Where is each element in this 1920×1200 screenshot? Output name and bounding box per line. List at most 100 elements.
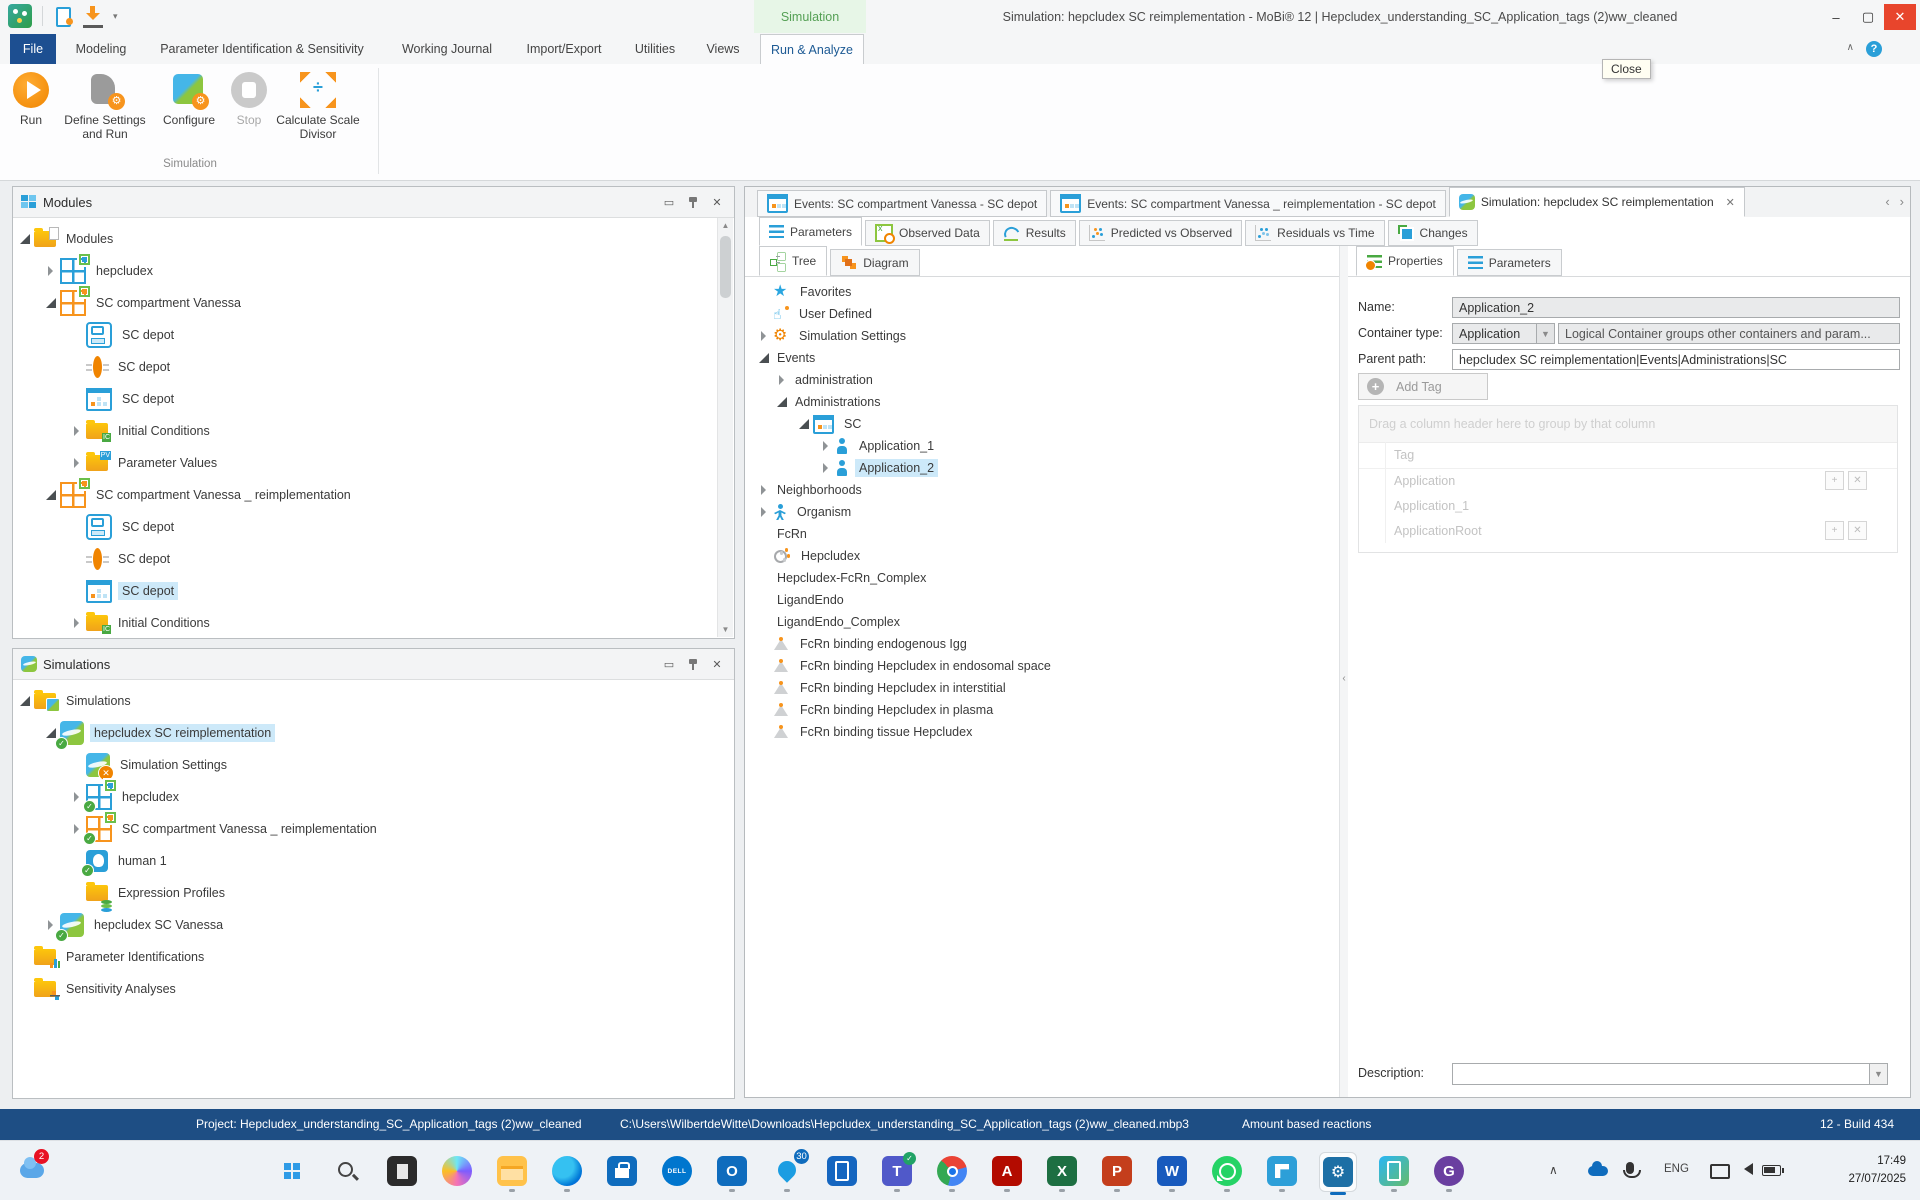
- acrobat-button[interactable]: [991, 1154, 1023, 1188]
- tab-views[interactable]: Views: [698, 34, 748, 64]
- collapse-ribbon-icon[interactable]: ∧: [1847, 42, 1854, 53]
- tag-row-application[interactable]: Application + ✕: [1359, 468, 1897, 493]
- add-tag-button[interactable]: Add Tag: [1358, 373, 1488, 400]
- expand-icon[interactable]: [775, 370, 791, 390]
- define-settings-and-run-button[interactable]: Define Settings and Run: [56, 68, 154, 142]
- battery-icon[interactable]: [1762, 1165, 1781, 1176]
- collapse-icon[interactable]: [18, 229, 34, 249]
- expand-icon[interactable]: [70, 421, 86, 441]
- scrollbar-thumb[interactable]: [720, 236, 731, 298]
- expand-icon[interactable]: [757, 502, 773, 522]
- group-by-bar[interactable]: Drag a column header here to group by th…: [1359, 406, 1897, 443]
- display-icon[interactable]: [1710, 1164, 1730, 1179]
- tree-item-sc-depot-spatial[interactable]: SC depot: [14, 319, 733, 351]
- gitkraken-button[interactable]: [1433, 1154, 1465, 1188]
- tree-item-reaction-tissue[interactable]: FcRn binding tissue Hepcludex: [745, 721, 1339, 743]
- outlook-button[interactable]: [716, 1154, 748, 1188]
- tree-item-parameter-values[interactable]: Parameter Values: [14, 447, 733, 479]
- modules-scrollbar[interactable]: ▲ ▼: [717, 218, 733, 637]
- close-panel-icon[interactable]: ✕: [708, 193, 726, 211]
- chevron-down-icon[interactable]: ▼: [1537, 323, 1555, 344]
- tab-changes[interactable]: Changes: [1388, 220, 1478, 246]
- parent-path-field[interactable]: hepcludex SC reimplementation|Events|Adm…: [1452, 349, 1900, 370]
- tree-item-fcrn[interactable]: FcRn: [745, 523, 1339, 545]
- scroll-tabs-left-icon[interactable]: ‹: [1885, 194, 1889, 209]
- phone-app-button[interactable]: [1378, 1154, 1410, 1188]
- tree-item-administrations[interactable]: Administrations: [745, 391, 1339, 413]
- close-tab-icon[interactable]: ✕: [1726, 196, 1735, 209]
- tree-item-neighborhoods[interactable]: Neighborhoods: [745, 479, 1339, 501]
- language-indicator[interactable]: ENG: [1664, 1163, 1689, 1175]
- chevron-down-icon[interactable]: ▼: [1870, 1063, 1888, 1085]
- tree-item-reaction-endogenous-igg[interactable]: FcRn binding endogenous Igg: [745, 633, 1339, 655]
- tree-item-initial-conditions[interactable]: Initial Conditions: [14, 415, 733, 447]
- tag-row-application-1[interactable]: Application_1: [1359, 493, 1897, 518]
- close-button[interactable]: ✕: [1884, 4, 1916, 30]
- tree-item-hepcludex-sc-reimplementation[interactable]: hepcludex SC reimplementation: [14, 717, 733, 749]
- collapse-icon[interactable]: [797, 414, 813, 434]
- powerpoint-button[interactable]: [1101, 1154, 1133, 1188]
- collapse-icon[interactable]: [18, 691, 34, 711]
- tree-item-hepcludex-module[interactable]: hepcludex: [14, 255, 733, 287]
- mobi-taskbar-button[interactable]: [1319, 1152, 1357, 1192]
- float-panel-icon[interactable]: ▭: [660, 655, 678, 673]
- remove-tag-row-icon[interactable]: ✕: [1848, 471, 1867, 490]
- tree-item-initial-conditions[interactable]: Initial Conditions: [14, 607, 733, 637]
- remove-tag-row-icon[interactable]: ✕: [1848, 521, 1867, 540]
- mobi-app-icon[interactable]: [8, 4, 32, 28]
- doc-tab-simulation-hepcludex[interactable]: Simulation: hepcludex SC reimplementatio…: [1449, 187, 1745, 217]
- tree-item-modules-root[interactable]: Modules: [14, 223, 733, 255]
- tree-item-hepcludex-module[interactable]: hepcludex: [14, 781, 733, 813]
- tab-import-export[interactable]: Import/Export: [516, 34, 612, 64]
- doc-tab-events-vanessa[interactable]: Events: SC compartment Vanessa - SC depo…: [757, 190, 1047, 217]
- tree-item-sc-compartment-vanessa[interactable]: SC compartment Vanessa: [14, 287, 733, 319]
- edge-button[interactable]: [551, 1154, 583, 1188]
- tab-parameter-identification[interactable]: Parameter Identification & Sensitivity: [148, 34, 376, 64]
- tree-item-sc-depot-events[interactable]: SC depot: [14, 383, 733, 415]
- tree-item-organism[interactable]: Organism: [745, 501, 1339, 523]
- tree-item-administration[interactable]: administration: [745, 369, 1339, 391]
- name-field[interactable]: Application_2: [1452, 297, 1900, 318]
- minimize-button[interactable]: –: [1820, 4, 1852, 30]
- teams-button[interactable]: [881, 1154, 913, 1188]
- tree-item-sc-depot-transport[interactable]: SC depot: [14, 351, 733, 383]
- collapse-icon[interactable]: [44, 485, 60, 505]
- tab-properties[interactable]: Properties: [1356, 246, 1454, 276]
- open-project-icon[interactable]: [53, 6, 73, 26]
- pin-panel-icon[interactable]: [684, 655, 702, 673]
- tab-tree[interactable]: Tree: [759, 246, 827, 276]
- task-view-button[interactable]: [386, 1154, 418, 1188]
- tab-residuals-vs-time[interactable]: Residuals vs Time: [1245, 220, 1384, 246]
- tree-item-sc-depot-events-selected[interactable]: SC depot: [14, 575, 733, 607]
- hidden-icons-chevron[interactable]: ∧: [1549, 1163, 1558, 1177]
- copilot-button[interactable]: [441, 1154, 473, 1188]
- tree-item-sc-depot-spatial[interactable]: SC depot: [14, 511, 733, 543]
- dell-button[interactable]: [661, 1154, 693, 1188]
- expand-icon[interactable]: [819, 458, 835, 478]
- tree-item-reaction-plasma[interactable]: FcRn binding Hepcludex in plasma: [745, 699, 1339, 721]
- tree-item-parameter-identifications[interactable]: Parameter Identifications: [14, 941, 733, 973]
- expand-icon[interactable]: [44, 261, 60, 281]
- tree-item-application-1[interactable]: Application_1: [745, 435, 1339, 457]
- whatsapp-button[interactable]: [1211, 1154, 1243, 1188]
- tab-parameters-right[interactable]: Parameters: [1457, 249, 1562, 276]
- tab-run-analyze[interactable]: Run & Analyze: [760, 34, 864, 65]
- tree-item-hepcludex-fcrn-complex[interactable]: Hepcludex-FcRn_Complex: [745, 567, 1339, 589]
- tree-item-expression-profiles[interactable]: Expression Profiles: [14, 877, 733, 909]
- expand-icon[interactable]: [819, 436, 835, 456]
- scroll-tabs-right-icon[interactable]: ›: [1900, 194, 1904, 209]
- tree-item-favorites[interactable]: Favorites: [745, 281, 1339, 303]
- collapse-icon[interactable]: [757, 348, 773, 368]
- configure-button[interactable]: Configure: [154, 68, 224, 142]
- pksim-button[interactable]: [1266, 1154, 1298, 1188]
- help-icon[interactable]: ?: [1866, 41, 1882, 57]
- tree-item-sc[interactable]: SC: [745, 413, 1339, 435]
- tree-item-reaction-endosomal[interactable]: FcRn binding Hepcludex in endosomal spac…: [745, 655, 1339, 677]
- expand-icon[interactable]: [757, 326, 773, 346]
- scroll-down-icon[interactable]: ▼: [718, 622, 733, 637]
- calculate-scale-divisor-button[interactable]: Calculate Scale Divisor: [274, 68, 362, 142]
- expand-icon[interactable]: [757, 480, 773, 500]
- float-panel-icon[interactable]: ▭: [660, 193, 678, 211]
- tree-item-reaction-interstitial[interactable]: FcRn binding Hepcludex in interstitial: [745, 677, 1339, 699]
- clock[interactable]: 17:49 27/07/2025: [1848, 1153, 1906, 1189]
